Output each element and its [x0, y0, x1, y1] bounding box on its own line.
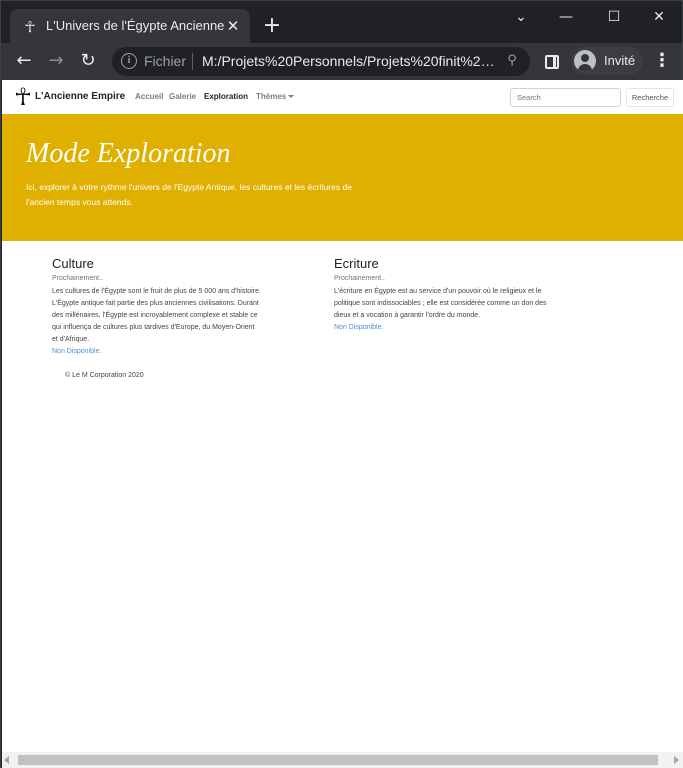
side-panel-icon[interactable] — [545, 55, 559, 69]
footer-copyright: © Le M Corporation 2020 — [65, 372, 144, 379]
horizontal-scrollbar[interactable] — [2, 752, 683, 768]
nav-link-galerie[interactable]: Galerie — [169, 92, 196, 101]
back-button[interactable]: ← — [13, 50, 35, 72]
browser-menu-icon[interactable]: ⋮ — [653, 50, 671, 72]
caret-down-icon — [288, 95, 295, 98]
search-input[interactable] — [510, 88, 621, 107]
section-culture: Culture Prochainement.. Les cultures de … — [52, 256, 262, 358]
nav-dropdown-label: Thèmes — [256, 92, 287, 101]
nav-link-accueil[interactable]: Accueil — [135, 92, 163, 101]
browser-window: ☥ L'Univers de l'Égypte Ancienne ✕ + ⌄ —… — [0, 0, 683, 768]
profile-button[interactable]: Invité — [571, 47, 643, 75]
close-tab-icon[interactable]: ✕ — [224, 17, 242, 35]
scroll-left-icon[interactable] — [4, 756, 9, 764]
section-subtitle: Prochainement.. — [334, 275, 385, 282]
nav-link-exploration[interactable]: Exploration — [204, 92, 248, 101]
browser-tab[interactable]: ☥ L'Univers de l'Égypte Ancienne ✕ — [10, 9, 250, 43]
maximize-button[interactable]: ☐ — [602, 7, 626, 27]
brand-name[interactable]: L'Ancienne Empire — [35, 91, 125, 102]
section-title: Ecriture — [334, 256, 379, 271]
scheme-label: Fichier — [144, 53, 187, 69]
url-text[interactable]: M:/Projets%20Personnels/Projets%20finit%… — [202, 53, 498, 69]
ankh-icon[interactable]: ☥ — [14, 84, 32, 110]
search-button[interactable]: Recherche — [626, 88, 674, 107]
jumbotron-lead: Ici, explorer à votre rythme l'univers d… — [26, 182, 352, 207]
avatar-icon — [574, 50, 596, 72]
profile-label: Invité — [604, 53, 636, 68]
reload-button[interactable]: ↻ — [77, 50, 99, 72]
minimize-button[interactable]: — — [554, 7, 578, 27]
section-text: L'écriture en Égypte est au service d'un… — [334, 288, 547, 319]
scrollbar-thumb[interactable] — [18, 755, 658, 765]
section-subtitle: Prochainement.. — [52, 275, 103, 282]
nav-dropdown-themes[interactable]: Thèmes — [256, 92, 295, 101]
section-text: Les cultures de l'Égypte sont le fruit d… — [52, 288, 261, 343]
address-divider — [192, 53, 193, 70]
address-bar[interactable]: i Fichier M:/Projets%20Personnels/Projet… — [112, 47, 530, 76]
section-link[interactable]: Non Disponible. — [334, 322, 554, 334]
section-ecriture: Ecriture Prochainement.. L'écriture en É… — [334, 256, 554, 334]
info-icon[interactable]: i — [121, 53, 137, 69]
tab-strip: ☥ L'Univers de l'Égypte Ancienne ✕ + ⌄ —… — [1, 1, 682, 43]
forward-button[interactable]: → — [45, 50, 67, 72]
section-title: Culture — [52, 256, 94, 271]
browser-toolbar: ← → ↻ i Fichier M:/Projets%20Personnels/… — [1, 43, 682, 80]
new-tab-button[interactable]: + — [260, 15, 284, 39]
site-navbar: ☥ L'Ancienne Empire Accueil Galerie Expl… — [2, 80, 683, 114]
ankh-icon: ☥ — [24, 18, 36, 36]
page-viewport: ☥ L'Ancienne Empire Accueil Galerie Expl… — [2, 80, 683, 752]
tab-search-icon[interactable]: ⌄ — [509, 7, 533, 27]
section-link[interactable]: Non Disponible. — [52, 346, 262, 358]
scroll-right-icon[interactable] — [674, 756, 679, 764]
close-window-button[interactable]: ✕ — [647, 7, 671, 27]
tab-title: L'Univers de l'Égypte Ancienne — [46, 18, 225, 33]
jumbotron: Mode Exploration Ici, explorer à votre r… — [2, 114, 683, 241]
page-title: Mode Exploration — [26, 138, 231, 169]
zoom-icon[interactable]: ⚲ — [504, 53, 520, 69]
